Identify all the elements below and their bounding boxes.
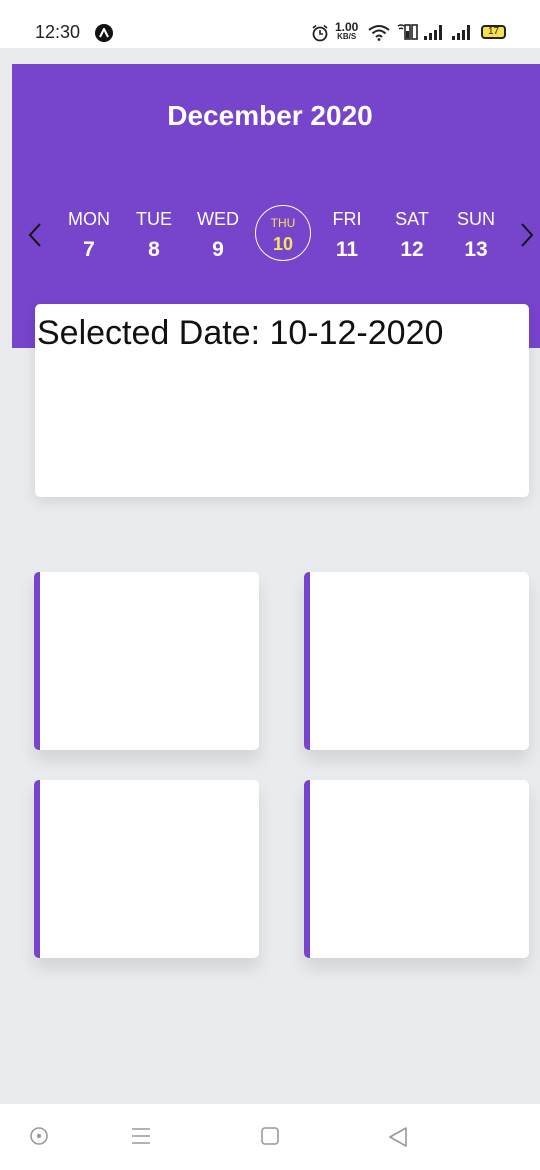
day-number: 8 [148,238,160,261]
battery-icon: 17 [481,25,506,39]
recent-apps-icon[interactable] [130,1126,152,1146]
selected-date-card: Selected Date: 10-12-2020 [35,304,529,497]
network-speed: 1.00 KB/S [335,20,359,42]
system-navigation-bar [0,1104,540,1170]
month-title: December 2020 [167,100,373,131]
day-wed[interactable]: WED 9 [188,208,248,262]
home-icon[interactable] [260,1126,280,1146]
day-number: 11 [335,238,359,261]
day-tue[interactable]: TUE 8 [124,208,184,262]
day-sat[interactable]: SAT 12 [382,208,442,262]
day-number: 9 [212,238,224,261]
navigation-badge-icon [95,24,113,42]
day-number: 12 [400,238,424,261]
back-icon[interactable] [387,1126,409,1148]
wifi-icon [368,25,390,41]
network-speed-unit: KB/S [337,32,357,41]
volte-icon [397,24,418,40]
day-name: WED [197,209,239,229]
alarm-icon [312,24,328,42]
day-thu-selected[interactable]: THU 10 [255,205,311,261]
day-name: SUN [456,209,495,229]
card-tile[interactable] [34,572,259,750]
selected-date-text: Selected Date: 10-12-2020 [37,314,444,352]
day-number: 7 [83,238,95,261]
status-time: 12:30 [35,22,81,42]
signal-icon [452,25,470,40]
chevron-left-icon[interactable] [25,222,47,248]
day-mon[interactable]: MON 7 [59,208,119,262]
day-name: SAT [395,209,429,229]
day-name: THU [270,216,296,230]
card-tile[interactable] [304,780,529,958]
day-name: TUE [136,209,172,229]
status-bar: 12:30 1.00 KB/S 17 [0,0,540,48]
day-name: MON [68,209,110,229]
day-sun[interactable]: SUN 13 [446,208,506,262]
assistant-circle-icon[interactable] [29,1126,49,1146]
card-tile[interactable] [34,780,259,958]
network-speed-value: 1.00 [335,20,359,34]
day-name: FRI [332,209,362,229]
card-tile[interactable] [304,572,529,750]
day-fri[interactable]: FRI 11 [317,208,377,262]
chevron-right-icon[interactable] [517,222,539,248]
day-number: 13 [464,238,488,261]
signal-icon [424,25,442,40]
day-number: 10 [272,234,294,254]
